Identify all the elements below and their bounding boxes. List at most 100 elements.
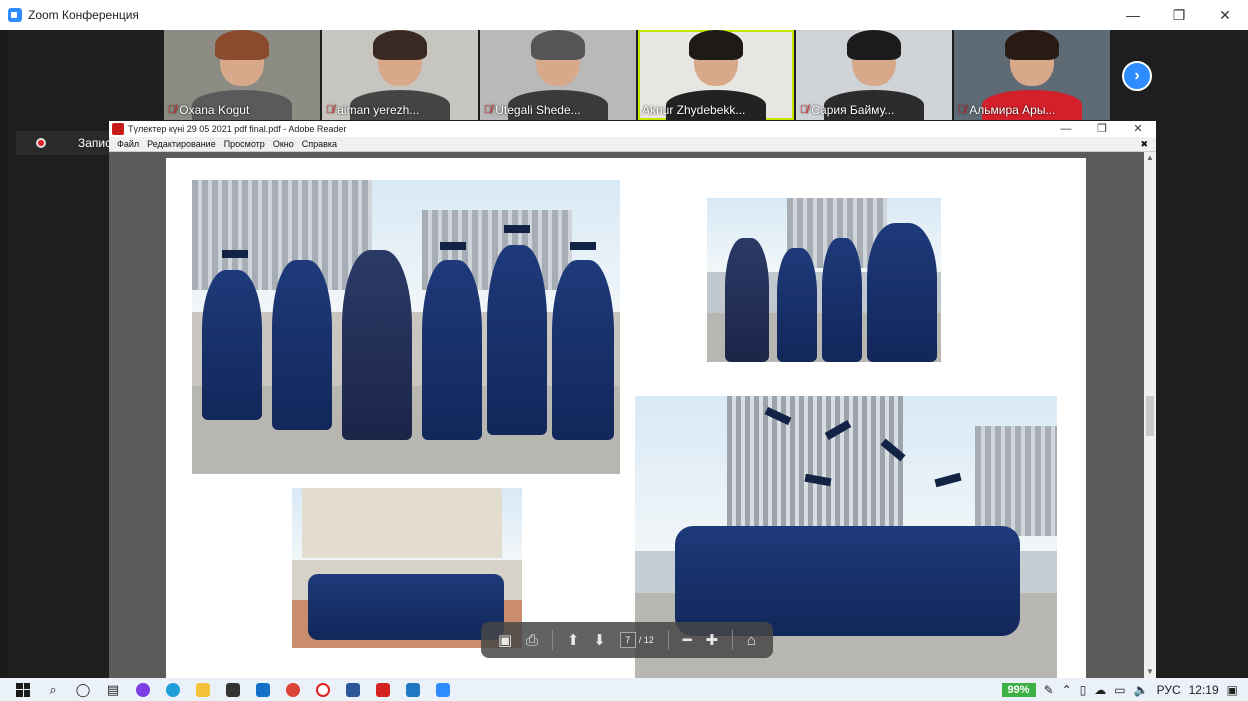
restore-button[interactable]: ❐ xyxy=(1156,0,1202,30)
menu-close-icon[interactable]: ✖ xyxy=(1140,139,1148,150)
participant-tile[interactable]: 🎙̸ Oxana Kogut xyxy=(164,30,320,120)
graduate-figure xyxy=(822,238,862,362)
language-indicator[interactable]: РУС xyxy=(1157,683,1181,697)
participant-name-label: 🎙̸ Oxana Kogut xyxy=(168,103,249,117)
pen-icon[interactable]: ✎ xyxy=(1044,683,1054,697)
participant-name: Aknur Zhydebekk... xyxy=(642,103,746,117)
zoom-in-icon[interactable]: ✚ xyxy=(705,631,718,649)
menu-file[interactable]: Файл xyxy=(117,139,139,149)
participant-name: Сария Байму... xyxy=(811,103,895,117)
mic-off-icon: 🎙̸ xyxy=(800,104,809,116)
zoom-out-icon[interactable]: ━ xyxy=(683,631,692,649)
reader-window-controls: — ❐ ✕ xyxy=(1048,121,1156,137)
participant-gallery: 🎙̸ Oxana Kogut 🎙̸ aiman yerezh... 🎙̸ Utegali … xyxy=(164,30,1110,120)
reader-title: Түлектер күні 29 05 2021 pdf final.pdf -… xyxy=(128,124,347,134)
cloud-icon[interactable]: ☁ xyxy=(1094,683,1106,697)
search-icon[interactable]: ⌕ xyxy=(38,678,68,701)
volume-icon[interactable]: 🔈 xyxy=(1134,683,1149,697)
notifications-icon[interactable]: ▣ xyxy=(1227,683,1238,697)
reader-titlebar: Түлектер күні 29 05 2021 pdf final.pdf -… xyxy=(109,121,1156,137)
file-explorer-icon[interactable] xyxy=(188,678,218,701)
network-icon[interactable]: ▯ xyxy=(1080,683,1087,697)
cortana-icon[interactable]: ◯ xyxy=(68,678,98,701)
scroll-thumb[interactable] xyxy=(1146,396,1154,436)
menu-help[interactable]: Справка xyxy=(302,139,337,149)
participant-name: Utegali Shede... xyxy=(495,103,581,117)
adobe-reader-window: Түлектер күні 29 05 2021 pdf final.pdf -… xyxy=(109,121,1156,678)
scroll-up-icon[interactable]: ▲ xyxy=(1144,152,1156,164)
mail-icon[interactable] xyxy=(248,678,278,701)
reader-minimize-button[interactable]: — xyxy=(1048,121,1084,137)
zoom-taskbar-icon[interactable] xyxy=(428,678,458,701)
participant-name: aiman yerezh... xyxy=(337,103,420,117)
graduate-figure xyxy=(777,248,817,362)
reader-restore-button[interactable]: ❐ xyxy=(1084,121,1120,137)
graduate-figure xyxy=(725,238,769,362)
participant-tile[interactable]: Aknur Zhydebekk... xyxy=(638,30,794,120)
reader-close-button[interactable]: ✕ xyxy=(1120,121,1156,137)
graduation-cap xyxy=(440,242,466,250)
media-icon[interactable] xyxy=(398,678,428,701)
print-icon[interactable]: ⎙ xyxy=(526,632,538,649)
page-down-icon[interactable]: ⬇ xyxy=(593,631,606,649)
page-up-icon[interactable]: ⬆ xyxy=(567,631,580,649)
menu-view[interactable]: Просмотр xyxy=(224,139,265,149)
battery-indicator[interactable]: 99% xyxy=(1001,682,1036,697)
start-button[interactable] xyxy=(8,678,38,701)
battery-icon[interactable]: ▭ xyxy=(1114,683,1125,697)
chrome-icon[interactable] xyxy=(278,678,308,701)
participant-name-label: Aknur Zhydebekk... xyxy=(642,103,745,117)
edge-icon[interactable] xyxy=(158,678,188,701)
windows-taskbar: ⌕ ◯ ▤ 99% ✎ ⌃ ▯ ☁ ▭ 🔈 РУС 12:19 ▣ xyxy=(0,678,1248,701)
graduation-cap xyxy=(222,250,248,258)
graduate-figure xyxy=(342,250,412,440)
word-icon[interactable] xyxy=(338,678,368,701)
participant-tile[interactable]: 🎙̸ aiman yerezh... xyxy=(322,30,478,120)
chevron-up-icon[interactable]: ⌃ xyxy=(1062,683,1072,697)
acrobat-icon[interactable] xyxy=(368,678,398,701)
scroll-down-icon[interactable]: ▼ xyxy=(1144,666,1156,678)
page-number-input[interactable]: 7 xyxy=(619,632,636,648)
photo-graduates-walking xyxy=(192,180,620,474)
graduate-figure xyxy=(202,270,262,420)
zoom-logo-icon xyxy=(8,8,22,22)
participant-name: Oxana Kogut xyxy=(179,103,250,117)
home-icon[interactable]: ⌂ xyxy=(747,632,756,649)
store-icon[interactable] xyxy=(218,678,248,701)
participant-tile[interactable]: 🎙̸ Сария Байму... xyxy=(796,30,952,120)
pdf-file-icon xyxy=(112,123,124,135)
graduation-cap xyxy=(570,242,596,250)
participant-hair xyxy=(1005,30,1059,60)
save-icon[interactable]: ▣ xyxy=(498,631,512,649)
participant-tile[interactable]: 🎙̸ Utegali Shede... xyxy=(480,30,636,120)
participant-name-label: 🎙̸ Альмира Ары... xyxy=(958,103,1055,117)
clock[interactable]: 12:19 xyxy=(1189,683,1219,697)
windows-logo-icon xyxy=(16,682,30,697)
app-icon[interactable] xyxy=(128,678,158,701)
minimize-button[interactable]: — xyxy=(1110,0,1156,30)
menu-edit[interactable]: Редактирование xyxy=(147,139,216,149)
system-tray: 99% ✎ ⌃ ▯ ☁ ▭ 🔈 РУС 12:19 ▣ xyxy=(1001,678,1248,701)
participant-name: Альмира Ары... xyxy=(969,103,1056,117)
chevron-right-icon: › xyxy=(1134,67,1140,84)
record-icon xyxy=(36,138,46,148)
document-area[interactable]: ▣ ⎙ ⬆ ⬇ 7 / 12 ━ ✚ ⌂ xyxy=(109,152,1156,678)
close-button[interactable]: ✕ xyxy=(1202,0,1248,30)
participant-name-label: 🎙̸ Сария Байму... xyxy=(800,103,894,117)
vertical-scrollbar[interactable]: ▲ ▼ xyxy=(1144,152,1156,678)
participant-hair xyxy=(847,30,901,60)
task-view-icon[interactable]: ▤ xyxy=(98,678,128,701)
graduate-figure xyxy=(422,260,482,440)
mic-off-icon: 🎙̸ xyxy=(168,104,177,116)
participant-hair xyxy=(689,30,743,60)
graduate-figure xyxy=(867,223,937,362)
graduate-figure xyxy=(272,260,332,430)
gallery-next-button[interactable]: › xyxy=(1122,61,1152,91)
window-title: Zoom Конференция xyxy=(28,8,139,22)
menu-window[interactable]: Окно xyxy=(273,139,294,149)
participant-tile[interactable]: 🎙̸ Альмира Ары... xyxy=(954,30,1110,120)
page-total: / 12 xyxy=(638,635,654,645)
yandex-icon[interactable] xyxy=(308,678,338,701)
mic-off-icon: 🎙̸ xyxy=(484,104,493,116)
window-controls: — ❐ ✕ xyxy=(1110,0,1248,30)
